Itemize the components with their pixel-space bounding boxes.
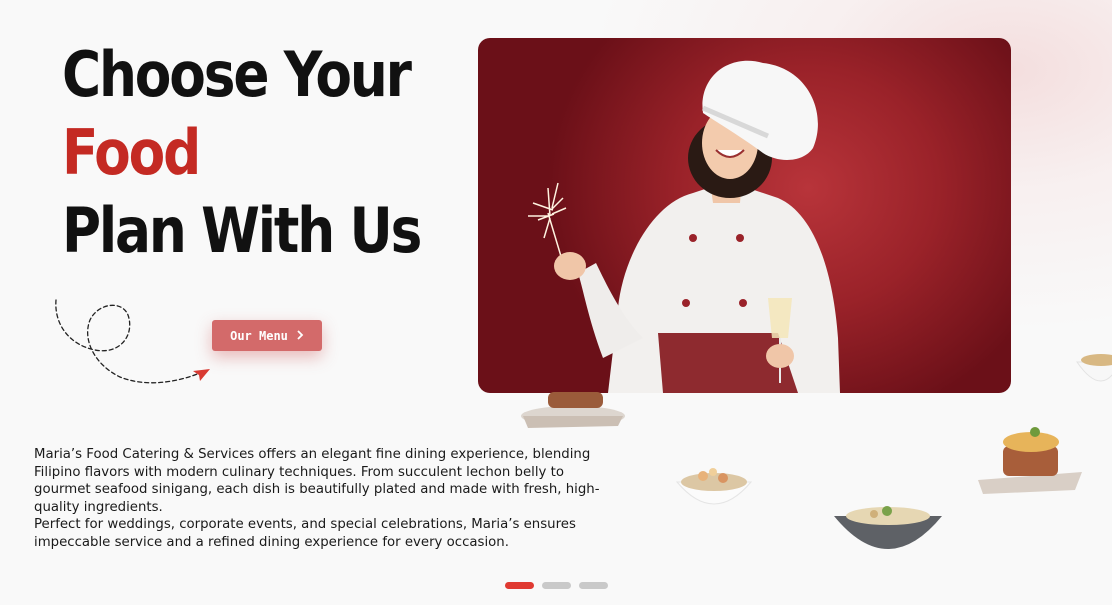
hero-chef-photo xyxy=(478,38,1011,393)
chevron-right-icon xyxy=(296,329,304,343)
side-bowl-image xyxy=(1076,354,1112,382)
hero-title: Choose Your Food Plan With Us xyxy=(62,36,422,270)
noodle-bowl-image xyxy=(834,506,942,549)
our-menu-button[interactable]: Our Menu xyxy=(212,320,322,351)
our-menu-button-label: Our Menu xyxy=(230,328,288,343)
carousel-pagination xyxy=(505,582,608,589)
dashed-arrow-doodle xyxy=(55,299,210,384)
carousel-dot-1[interactable] xyxy=(505,582,534,589)
dessert-plate-image xyxy=(521,392,625,428)
hero-title-accent: Food xyxy=(62,116,201,189)
description-paragraph-2: Perfect for weddings, corporate events, … xyxy=(34,517,576,550)
carousel-dot-2[interactable] xyxy=(542,582,571,589)
hero-title-line-1: Choose Your xyxy=(62,38,412,111)
description: Maria’s Food Catering & Services offers … xyxy=(34,446,624,551)
carousel-dot-3[interactable] xyxy=(579,582,608,589)
description-paragraph-1: Maria’s Food Catering & Services offers … xyxy=(34,447,600,515)
hero-title-line-3: Plan With Us xyxy=(62,194,422,267)
cake-plate-image xyxy=(978,427,1082,494)
pasta-bowl-image xyxy=(675,468,753,505)
